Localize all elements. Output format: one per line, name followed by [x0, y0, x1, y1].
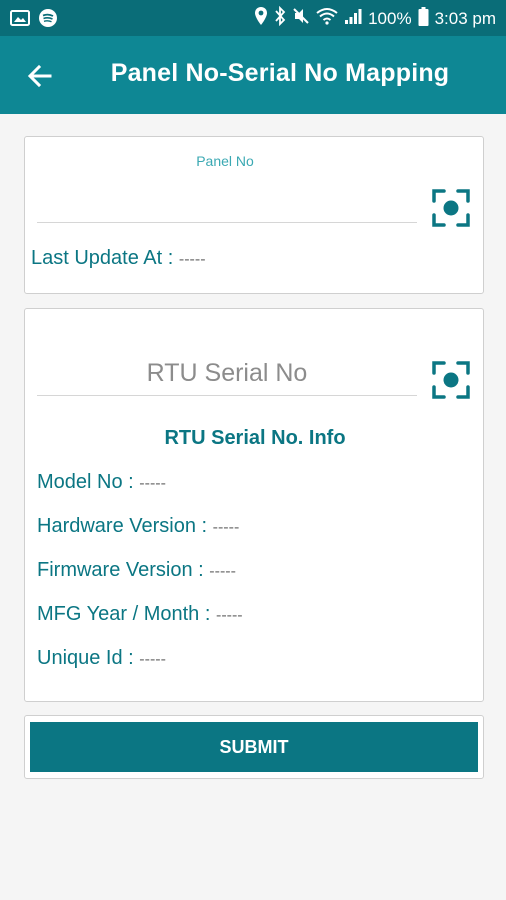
submit-button[interactable]: SUBMIT: [30, 722, 478, 772]
status-bar-notifications: [10, 8, 58, 33]
field-value: -----: [209, 563, 236, 580]
location-icon: [254, 6, 268, 31]
unique-id-row: Unique Id : -----: [37, 647, 166, 670]
last-update-value: -----: [178, 251, 206, 268]
panel-card: Panel No Last Update At : -----: [24, 136, 484, 294]
field-value: -----: [139, 651, 166, 668]
status-bar: 100% 3:03 pm: [0, 0, 506, 36]
field-label: Model No :: [37, 471, 134, 493]
info-section-title: RTU Serial No. Info: [164, 427, 346, 449]
image-icon: [10, 9, 30, 32]
clock: 3:03 pm: [434, 8, 496, 28]
field-label: Firmware Version :: [37, 559, 204, 581]
hardware-version-row: Hardware Version : -----: [37, 515, 239, 538]
field-value: -----: [212, 519, 240, 536]
spotify-icon: [38, 8, 58, 33]
field-label: Unique Id :: [37, 647, 134, 669]
battery-percent: 100%: [368, 8, 412, 28]
panel-no-input[interactable]: [37, 179, 417, 221]
wifi-icon: [316, 7, 338, 30]
panel-no-underline: [37, 222, 417, 223]
mute-icon: [292, 7, 310, 30]
serial-scan-button[interactable]: [431, 360, 471, 400]
submit-card: SUBMIT: [24, 715, 484, 779]
signal-icon: [344, 7, 362, 30]
status-bar-system: 100% 3:03 pm: [254, 5, 496, 31]
app-bar: Panel No-Serial No Mapping: [0, 36, 506, 114]
serial-card: RTU Serial No RTU Serial No. Info Model …: [24, 308, 484, 702]
field-label: MFG Year / Month :: [37, 603, 211, 625]
model-no-row: Model No : -----: [37, 471, 166, 494]
panel-no-label: Panel No: [196, 153, 254, 169]
firmware-version-row: Firmware Version : -----: [37, 559, 236, 582]
scan-icon: [431, 189, 471, 232]
rtu-serial-input[interactable]: RTU Serial No: [37, 359, 417, 388]
bluetooth-icon: [274, 5, 286, 31]
mfg-year-month-row: MFG Year / Month : -----: [37, 603, 243, 626]
panel-scan-button[interactable]: [431, 188, 471, 228]
field-label: Hardware Version :: [37, 515, 208, 537]
page-title: Panel No-Serial No Mapping: [110, 59, 450, 87]
field-value: -----: [215, 607, 243, 624]
last-update-label: Last Update At :: [31, 247, 174, 269]
last-update-row: Last Update At : -----: [31, 247, 206, 270]
field-value: -----: [139, 475, 166, 492]
battery-icon: [418, 6, 429, 31]
rtu-serial-underline: [37, 395, 417, 396]
scan-icon: [431, 361, 471, 404]
